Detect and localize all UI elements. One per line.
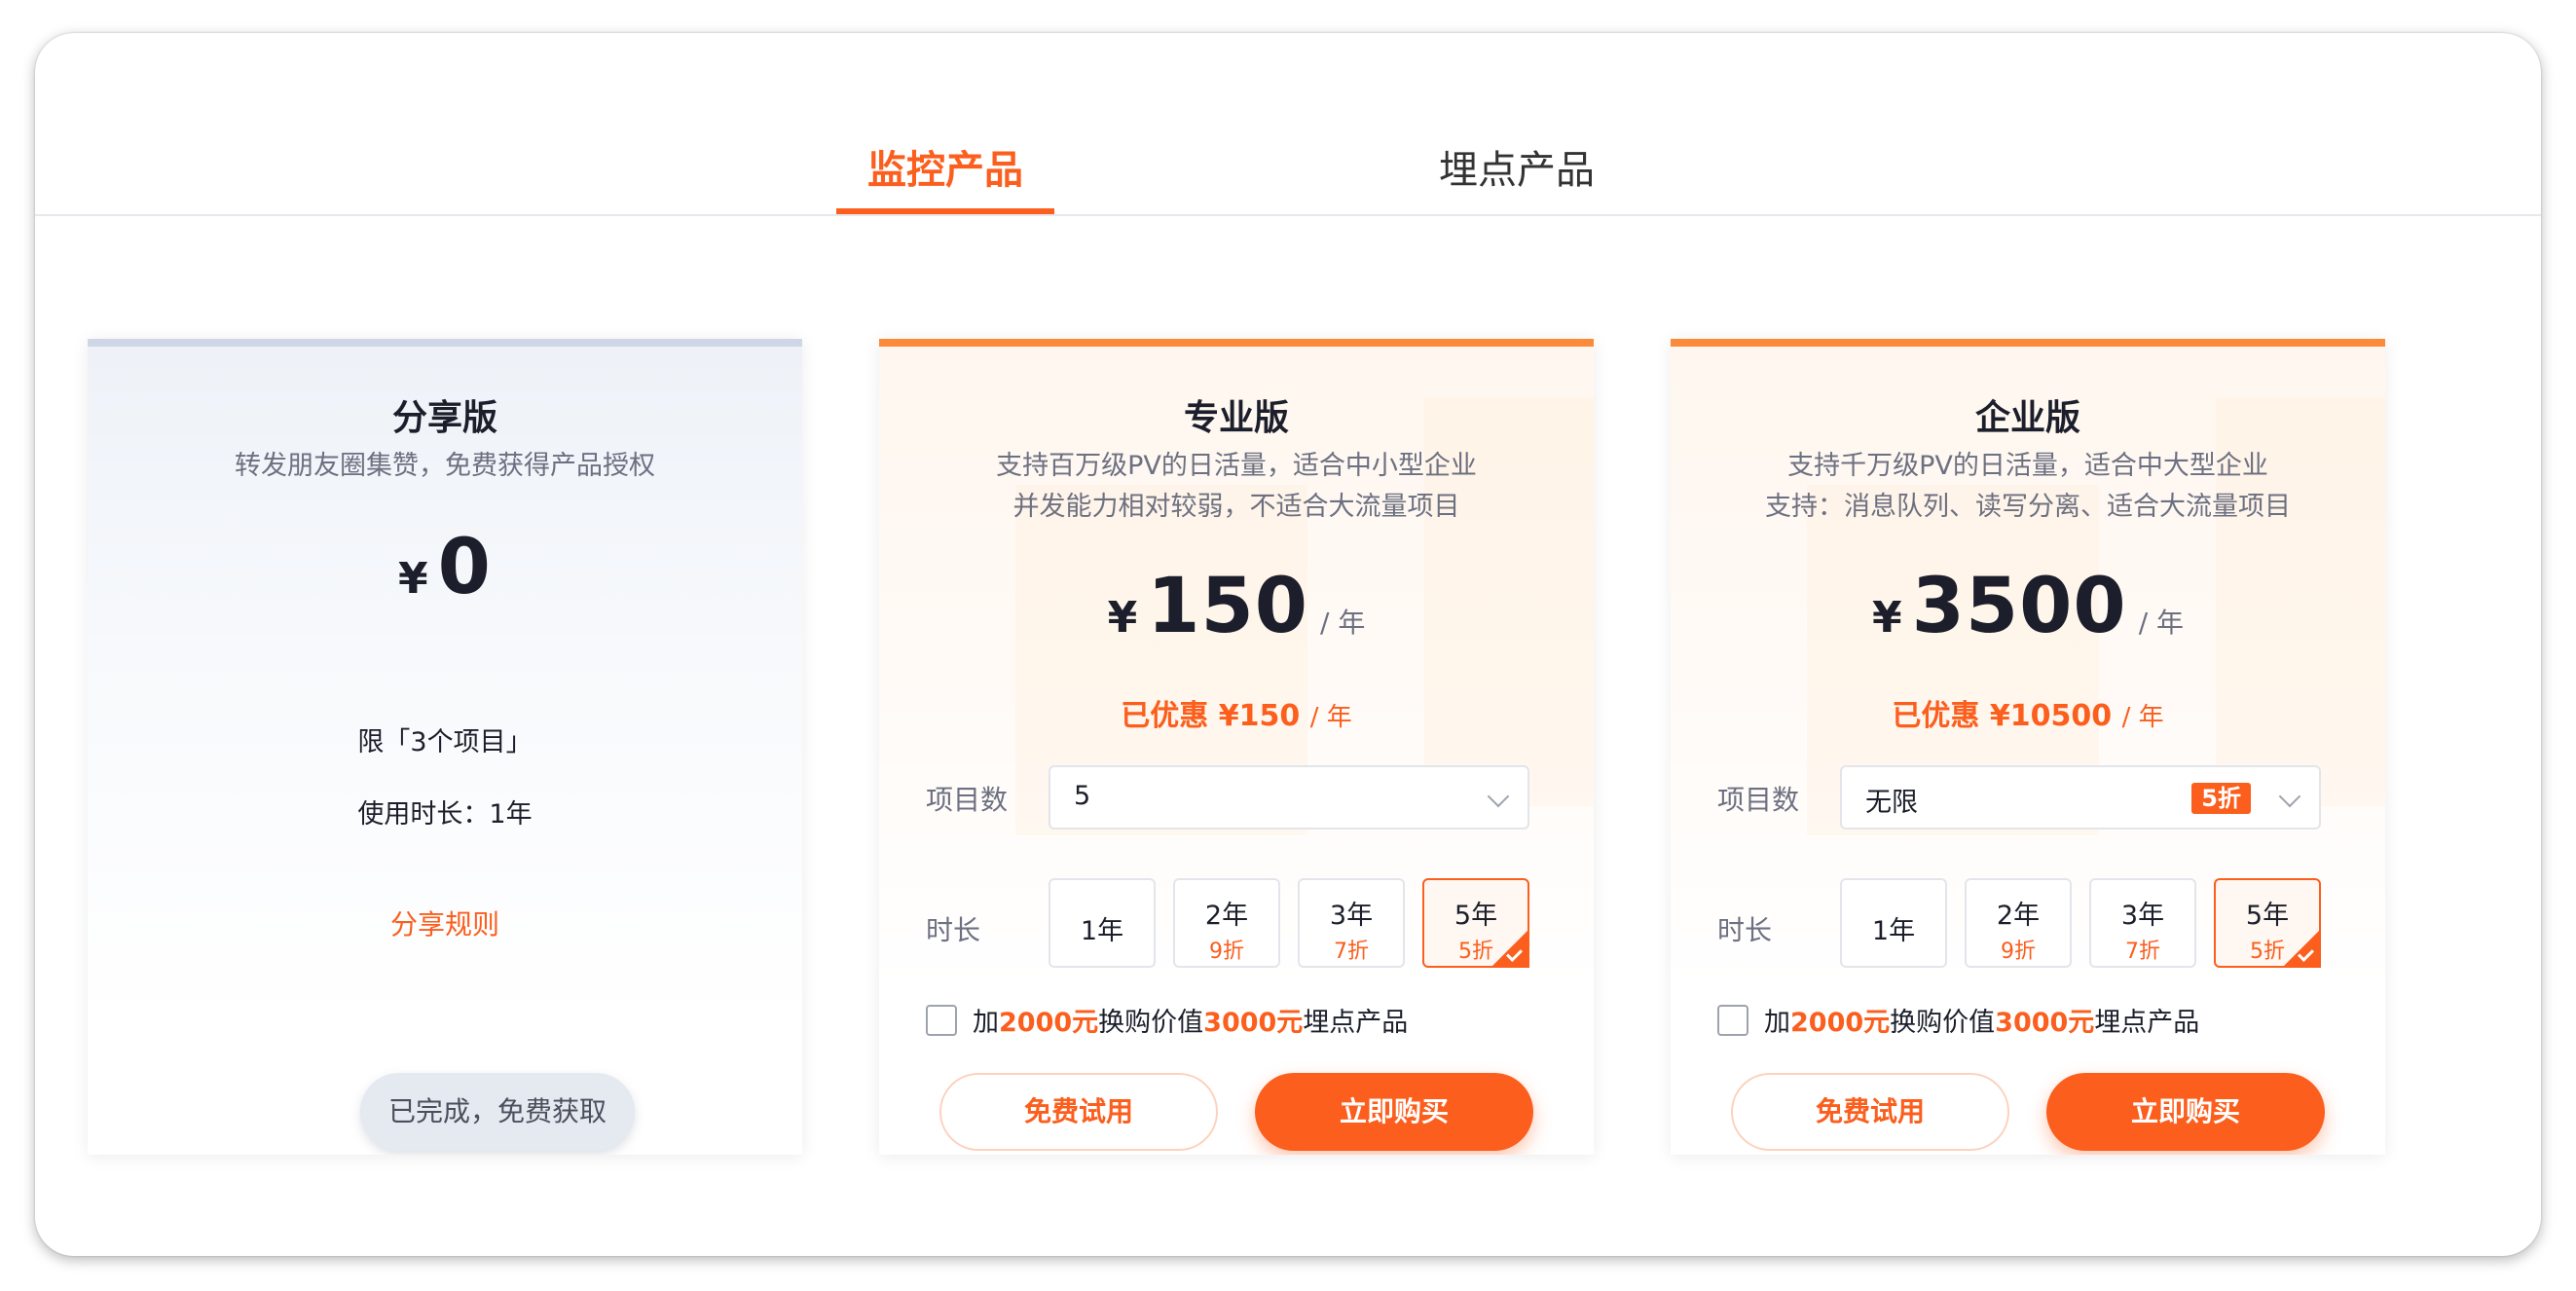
duration-year: 3年 — [2120, 901, 2165, 931]
duration-year: 1年 — [1871, 916, 1916, 946]
plan-title: 专业版 — [1183, 398, 1289, 438]
currency-symbol: ¥ — [1107, 593, 1138, 643]
plan-price: ¥150 / 年 — [879, 563, 1594, 650]
chevron-down-icon — [2278, 785, 2301, 808]
discount-info: 已优惠 ¥150 / 年 — [879, 691, 1594, 734]
plan-description-line1: 支持百万级PV的日活量，适合中小型企业 — [996, 451, 1477, 481]
duration-discount: 9折 — [2001, 940, 2036, 964]
addon-offer: 加2000元换购价值3000元埋点产品 — [926, 1001, 1408, 1039]
addon-price: 2000元 — [1790, 1008, 1891, 1038]
plan-description-line1: 支持千万级PV的日活量，适合中大型企业 — [1787, 451, 2268, 481]
plan-card-share: 分享版 转发朋友圈集赞，免费获得产品授权 ¥0 限「3个项目」 使用时长：1年 … — [88, 339, 802, 1155]
project-count-label: 项目数 — [926, 784, 1009, 816]
duration-discount: 7折 — [2125, 940, 2160, 964]
addon-suffix: 埋点产品 — [2094, 1008, 2200, 1038]
duration-discount: 9折 — [1209, 940, 1244, 964]
active-tab-indicator — [836, 208, 1054, 214]
plan-price: ¥3500 / 年 — [1671, 563, 2385, 650]
price-unit: / 年 — [2138, 607, 2185, 639]
share-rules-link[interactable]: 分享规则 — [88, 904, 802, 942]
plan-price: ¥0 — [88, 524, 802, 611]
saving-label: 已优惠 — [1892, 699, 1980, 733]
price-value: 150 — [1147, 563, 1309, 650]
duration-year: 2年 — [1204, 901, 1249, 931]
duration-option-5y[interactable]: 5年 5折 — [1422, 878, 1529, 968]
completed-free-get-button[interactable]: 已完成，免费获取 — [360, 1073, 635, 1151]
addon-mid: 换购价值 — [1098, 1008, 1204, 1038]
price-value: 0 — [437, 524, 492, 611]
duration-option-2y[interactable]: 2年 9折 — [1965, 878, 2072, 968]
saving-unit: / 年 — [1309, 703, 1352, 732]
duration-year: 5年 — [1454, 901, 1498, 931]
project-count-select[interactable]: 5 — [1049, 765, 1529, 830]
plan-card-professional: 专业版 支持百万级PV的日活量，适合中小型企业 并发能力相对较弱，不适合大流量项… — [879, 339, 1594, 1155]
addon-prefix: 加 — [973, 1008, 999, 1038]
product-tabs: 监控产品 埋点产品 — [35, 33, 2541, 216]
tab-monitoring[interactable]: 监控产品 — [836, 138, 1054, 214]
duration-option-3y[interactable]: 3年 7折 — [2089, 878, 2196, 968]
card-topbar — [88, 339, 802, 347]
selected-corner — [2282, 929, 2321, 968]
duration-option-5y[interactable]: 5年 5折 — [2214, 878, 2321, 968]
addon-price: 2000元 — [999, 1008, 1099, 1038]
duration-option-1y[interactable]: 1年 — [1049, 878, 1156, 968]
tab-tracking[interactable]: 埋点产品 — [1398, 138, 1636, 214]
duration-year: 2年 — [1996, 901, 2041, 931]
plan-title: 分享版 — [391, 398, 497, 438]
project-count-select[interactable]: 无限 5折 — [1840, 765, 2321, 830]
saving-amount: ¥10500 — [1989, 699, 2113, 733]
plan-description: 转发朋友圈集赞，免费获得产品授权 — [235, 451, 655, 481]
discount-info: 已优惠 ¥10500 / 年 — [1671, 691, 2385, 734]
saving-amount: ¥150 — [1218, 699, 1301, 733]
pricing-panel: 监控产品 埋点产品 分享版 转发朋友圈集赞，免费获得产品授权 ¥0 限「3个项目… — [35, 33, 2541, 1256]
free-trial-button[interactable]: 免费试用 — [1731, 1073, 2009, 1151]
duration-year: 3年 — [1329, 901, 1374, 931]
addon-suffix: 埋点产品 — [1303, 1008, 1409, 1038]
duration-option-2y[interactable]: 2年 9折 — [1173, 878, 1280, 968]
addon-checkbox[interactable] — [926, 1004, 957, 1036]
addon-prefix: 加 — [1764, 1008, 1790, 1038]
addon-value: 3000元 — [1995, 1008, 2095, 1038]
card-topbar — [879, 339, 1594, 347]
saving-unit: / 年 — [2121, 703, 2164, 732]
price-unit: / 年 — [1320, 607, 1366, 639]
free-trial-button[interactable]: 免费试用 — [939, 1073, 1218, 1151]
plan-description-line2: 并发能力相对较弱，不适合大流量项目 — [1012, 492, 1460, 522]
usage-duration: 使用时长：1年 — [357, 799, 533, 830]
saving-label: 已优惠 — [1121, 699, 1209, 733]
card-topbar — [1671, 339, 2385, 347]
addon-mid: 换购价值 — [1890, 1008, 1996, 1038]
project-count-value: 5 — [1074, 781, 1091, 811]
duration-option-3y[interactable]: 3年 7折 — [1298, 878, 1405, 968]
plan-card-enterprise: 企业版 支持千万级PV的日活量，适合中大型企业 支持：消息队列、读写分离、适合大… — [1671, 339, 2385, 1155]
buy-now-button[interactable]: 立即购买 — [1255, 1073, 1533, 1151]
plan-description-line2: 支持：消息队列、读写分离、适合大流量项目 — [1765, 492, 2291, 522]
duration-year: 5年 — [2245, 901, 2290, 931]
duration-label: 时长 — [926, 914, 981, 946]
discount-badge: 5折 — [2191, 783, 2251, 814]
project-limit: 限「3个项目」 — [357, 727, 533, 757]
duration-discount: 7折 — [1334, 940, 1369, 964]
currency-symbol: ¥ — [398, 554, 428, 604]
project-count-label: 项目数 — [1717, 784, 1800, 816]
price-value: 3500 — [1911, 563, 2127, 650]
plan-title: 企业版 — [1974, 398, 2080, 438]
buy-now-button[interactable]: 立即购买 — [2046, 1073, 2325, 1151]
duration-label: 时长 — [1717, 914, 1773, 946]
currency-symbol: ¥ — [1871, 593, 1902, 643]
addon-checkbox[interactable] — [1717, 1004, 1748, 1036]
duration-option-1y[interactable]: 1年 — [1840, 878, 1947, 968]
project-count-value: 无限 — [1865, 788, 1918, 818]
addon-offer: 加2000元换购价值3000元埋点产品 — [1717, 1001, 2199, 1039]
duration-year: 1年 — [1080, 916, 1124, 946]
chevron-down-icon — [1487, 785, 1510, 808]
addon-value: 3000元 — [1203, 1008, 1304, 1038]
selected-corner — [1490, 929, 1529, 968]
